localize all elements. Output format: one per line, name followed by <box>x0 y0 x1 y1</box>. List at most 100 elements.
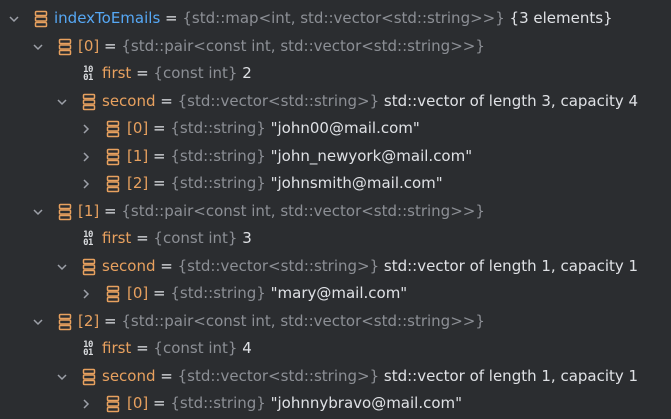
variable-name: second <box>102 367 156 385</box>
tree-row-second[interactable]: second = {std::vector<std::string>} std:… <box>0 253 671 280</box>
array-icon <box>56 33 74 60</box>
variable-name: first <box>102 339 132 357</box>
tree-row-entry[interactable]: [0] = {std::pair<const int, std::vector<… <box>0 33 671 60</box>
tree-row-item[interactable]: [2] = {std::string} "johnsmith@mail.com" <box>0 170 671 197</box>
chevron-down-icon[interactable] <box>55 88 69 115</box>
variable-value: "mary@mail.com" <box>265 284 408 302</box>
variable-type: {std::pair<const int, std::vector<std::s… <box>121 37 485 55</box>
variable-name: [0] <box>127 119 149 137</box>
array-icon <box>56 308 74 335</box>
chevron-down-icon[interactable] <box>55 253 69 280</box>
variable-type: {std::pair<const int, std::vector<std::s… <box>121 312 485 330</box>
variable-label: second = {std::vector<std::string>} std:… <box>102 253 638 280</box>
binary-icon: 10 01 <box>79 225 97 252</box>
variable-value: std::vector of length 3, capacity 4 <box>379 92 639 110</box>
variable-name: second <box>102 257 156 275</box>
chevron-down-icon[interactable] <box>31 308 45 335</box>
binary-icon-bottom: 01 <box>83 72 93 83</box>
variable-value: std::vector of length 1, capacity 1 <box>379 367 639 385</box>
variable-value: "john00@mail.com" <box>265 119 420 137</box>
tree-row-first[interactable]: 10 01 first = {const int} 4 <box>0 335 671 362</box>
variable-type: {std::vector<std::string>} <box>177 257 380 275</box>
variable-type: {std::vector<std::string>} <box>177 367 380 385</box>
variable-type: {std::string} <box>170 147 266 165</box>
array-icon <box>80 363 98 390</box>
variable-label: [0] = {std::string} "mary@mail.com" <box>127 280 407 307</box>
equals-sign: = <box>148 284 171 302</box>
equals-sign: = <box>148 147 171 165</box>
variable-type: {std::vector<std::string>} <box>177 92 380 110</box>
tree-row-second[interactable]: second = {std::vector<std::string>} std:… <box>0 363 671 390</box>
array-icon <box>104 280 122 307</box>
tree-row-first[interactable]: 10 01 first = {const int} 2 <box>0 60 671 87</box>
variable-type: {std::string} <box>170 119 266 137</box>
chevron-down-icon[interactable] <box>31 33 45 60</box>
variable-label: first = {const int} 4 <box>102 335 252 362</box>
chevron-right-icon[interactable] <box>79 115 93 142</box>
equals-sign: = <box>148 394 171 412</box>
equals-sign: = <box>155 92 178 110</box>
variable-name: [0] <box>78 37 100 55</box>
binary-icon: 10 01 <box>79 335 97 362</box>
variable-label: [2] = {std::pair<const int, std::vector<… <box>78 308 485 335</box>
tree-row-second[interactable]: second = {std::vector<std::string>} std:… <box>0 88 671 115</box>
variable-value: std::vector of length 1, capacity 1 <box>379 257 639 275</box>
equals-sign: = <box>99 312 122 330</box>
chevron-down-icon[interactable] <box>55 363 69 390</box>
variable-label: [1] = {std::string} "john_newyork@mail.c… <box>127 143 472 170</box>
chevron-right-icon[interactable] <box>79 390 93 417</box>
array-icon <box>32 5 50 32</box>
variable-label: indexToEmails = {std::map<int, std::vect… <box>54 5 613 32</box>
variable-type: {std::string} <box>170 284 266 302</box>
array-icon <box>104 390 122 417</box>
variable-name: [0] <box>127 284 149 302</box>
debugger-variables-tree: indexToEmails = {std::map<int, std::vect… <box>0 0 671 419</box>
equals-sign: = <box>131 64 154 82</box>
variable-label: second = {std::vector<std::string>} std:… <box>102 363 638 390</box>
variable-label: [0] = {std::string} "john00@mail.com" <box>127 115 420 142</box>
array-icon <box>104 143 122 170</box>
variable-name: [1] <box>127 147 149 165</box>
variable-label: [2] = {std::string} "johnsmith@mail.com" <box>127 170 443 197</box>
equals-sign: = <box>99 37 122 55</box>
variable-type: {const int} <box>153 229 238 247</box>
tree-row-root[interactable]: indexToEmails = {std::map<int, std::vect… <box>0 5 671 32</box>
tree-row-first[interactable]: 10 01 first = {const int} 3 <box>0 225 671 252</box>
equals-sign: = <box>99 202 122 220</box>
variable-type: {const int} <box>153 64 238 82</box>
tree-row-item[interactable]: [0] = {std::string} "johnnybravo@mail.co… <box>0 390 671 417</box>
variable-value: {3 elements} <box>504 9 613 27</box>
chevron-down-icon[interactable] <box>31 198 45 225</box>
variable-label: second = {std::vector<std::string>} std:… <box>102 88 638 115</box>
variable-label: first = {const int} 3 <box>102 225 252 252</box>
variable-label: first = {const int} 2 <box>102 60 252 87</box>
tree-row-item[interactable]: [0] = {std::string} "john00@mail.com" <box>0 115 671 142</box>
equals-sign: = <box>148 174 171 192</box>
variable-name: indexToEmails <box>54 9 161 27</box>
chevron-down-icon[interactable] <box>7 5 21 32</box>
binary-icon-bottom: 01 <box>83 237 93 248</box>
tree-row-item[interactable]: [1] = {std::string} "john_newyork@mail.c… <box>0 143 671 170</box>
variable-name: first <box>102 64 132 82</box>
variable-name: [2] <box>78 312 100 330</box>
equals-sign: = <box>131 339 154 357</box>
variable-label: [1] = {std::pair<const int, std::vector<… <box>78 198 485 225</box>
equals-sign: = <box>160 9 183 27</box>
chevron-right-icon[interactable] <box>79 170 93 197</box>
variable-type: {std::pair<const int, std::vector<std::s… <box>121 202 485 220</box>
variable-name: second <box>102 92 156 110</box>
variable-name: [0] <box>127 394 149 412</box>
tree-row-item[interactable]: [0] = {std::string} "mary@mail.com" <box>0 280 671 307</box>
variable-label: [0] = {std::pair<const int, std::vector<… <box>78 33 485 60</box>
chevron-right-icon[interactable] <box>79 280 93 307</box>
equals-sign: = <box>131 229 154 247</box>
tree-row-entry[interactable]: [1] = {std::pair<const int, std::vector<… <box>0 198 671 225</box>
binary-icon: 10 01 <box>79 60 97 87</box>
tree-row-entry[interactable]: [2] = {std::pair<const int, std::vector<… <box>0 308 671 335</box>
chevron-right-icon[interactable] <box>79 143 93 170</box>
binary-icon-bottom: 01 <box>83 347 93 358</box>
equals-sign: = <box>155 367 178 385</box>
variable-type: {std::string} <box>170 174 266 192</box>
array-icon <box>56 198 74 225</box>
variable-value: "johnnybravo@mail.com" <box>265 394 463 412</box>
